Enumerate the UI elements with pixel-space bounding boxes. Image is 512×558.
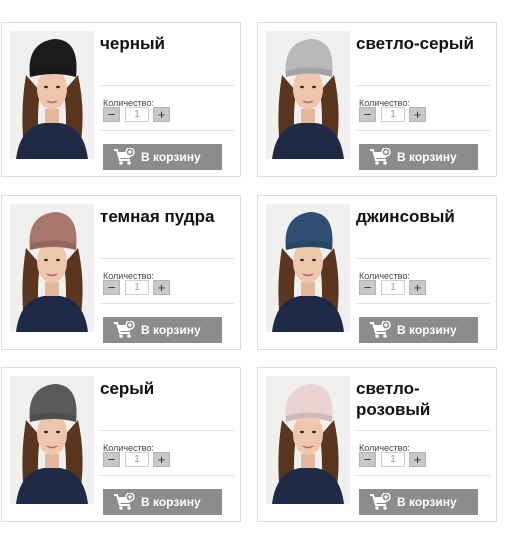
model-in-hat-image	[10, 204, 94, 332]
increase-button[interactable]: +	[153, 452, 170, 467]
product-photo[interactable]	[266, 204, 350, 332]
product-photo[interactable]	[10, 204, 94, 332]
product-photo[interactable]	[10, 376, 94, 504]
divider	[100, 85, 234, 86]
divider	[356, 130, 490, 131]
quantity-input[interactable]	[125, 107, 149, 122]
product-color-name[interactable]: черный	[100, 33, 236, 54]
decrease-button[interactable]: −	[359, 452, 376, 467]
cart-plus-icon	[113, 320, 135, 342]
cart-plus-icon	[369, 492, 391, 514]
divider	[100, 258, 234, 259]
add-to-cart-label: В корзину	[397, 323, 457, 337]
product-color-name[interactable]: джинсовый	[356, 206, 492, 227]
add-to-cart-button[interactable]: В корзину	[103, 489, 222, 515]
product-color-name[interactable]: серый	[100, 378, 236, 399]
divider	[356, 85, 490, 86]
divider	[100, 130, 234, 131]
cart-plus-icon	[113, 492, 135, 514]
product-card: светло-серый Количество: − + В корзину	[257, 22, 497, 177]
product-color-name[interactable]: светло-серый	[356, 33, 492, 54]
quantity-input[interactable]	[125, 452, 149, 467]
divider	[100, 303, 234, 304]
product-card: серый Количество: − + В корзину	[1, 367, 241, 522]
add-to-cart-button[interactable]: В корзину	[103, 317, 222, 343]
quantity-input[interactable]	[381, 107, 405, 122]
add-to-cart-label: В корзину	[397, 150, 457, 164]
product-photo[interactable]	[10, 31, 94, 159]
decrease-button[interactable]: −	[103, 452, 120, 467]
increase-button[interactable]: +	[409, 280, 426, 295]
product-color-name[interactable]: темная пудра	[100, 206, 236, 227]
divider	[356, 475, 490, 476]
quantity-input[interactable]	[125, 280, 149, 295]
add-to-cart-label: В корзину	[141, 150, 201, 164]
model-in-hat-image	[266, 376, 350, 504]
decrease-button[interactable]: −	[359, 107, 376, 122]
increase-button[interactable]: +	[153, 280, 170, 295]
divider	[100, 430, 234, 431]
decrease-button[interactable]: −	[103, 280, 120, 295]
product-card: джинсовый Количество: − + В корзину	[257, 195, 497, 350]
add-to-cart-button[interactable]: В корзину	[359, 489, 478, 515]
quantity-input[interactable]	[381, 280, 405, 295]
product-photo[interactable]	[266, 376, 350, 504]
add-to-cart-label: В корзину	[141, 495, 201, 509]
model-in-hat-image	[266, 204, 350, 332]
model-in-hat-image	[266, 31, 350, 159]
add-to-cart-label: В корзину	[397, 495, 457, 509]
cart-plus-icon	[113, 147, 135, 169]
divider	[356, 303, 490, 304]
increase-button[interactable]: +	[409, 107, 426, 122]
product-photo[interactable]	[266, 31, 350, 159]
divider	[356, 258, 490, 259]
add-to-cart-button[interactable]: В корзину	[359, 317, 478, 343]
product-card: темная пудра Количество: − + В корзину	[1, 195, 241, 350]
model-in-hat-image	[10, 376, 94, 504]
product-card: светло-розовый Количество: − + В корзину	[257, 367, 497, 522]
decrease-button[interactable]: −	[359, 280, 376, 295]
product-card: черный Количество: − + В корзину	[1, 22, 241, 177]
quantity-input[interactable]	[381, 452, 405, 467]
increase-button[interactable]: +	[153, 107, 170, 122]
divider	[100, 475, 234, 476]
add-to-cart-button[interactable]: В корзину	[359, 144, 478, 170]
add-to-cart-label: В корзину	[141, 323, 201, 337]
cart-plus-icon	[369, 320, 391, 342]
model-in-hat-image	[10, 31, 94, 159]
increase-button[interactable]: +	[409, 452, 426, 467]
decrease-button[interactable]: −	[103, 107, 120, 122]
product-color-name[interactable]: светло-розовый	[356, 378, 492, 420]
cart-plus-icon	[369, 147, 391, 169]
divider	[356, 430, 490, 431]
add-to-cart-button[interactable]: В корзину	[103, 144, 222, 170]
